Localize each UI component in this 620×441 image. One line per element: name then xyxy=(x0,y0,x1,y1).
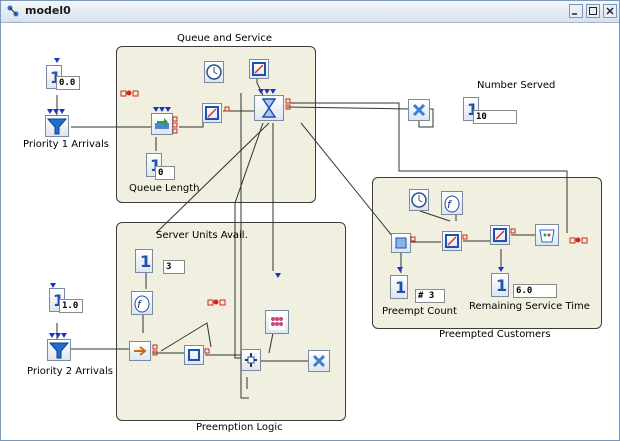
minimize-icon[interactable] xyxy=(569,4,583,18)
model-window: model0 Queue and Service Preemption Logi… xyxy=(0,0,620,441)
model-canvas[interactable]: Queue and Service Preemption Logic Preem… xyxy=(1,23,619,440)
maximize-icon[interactable] xyxy=(586,4,600,18)
model-window-icon xyxy=(7,5,19,17)
window-title: model0 xyxy=(25,4,71,17)
close-icon[interactable] xyxy=(603,4,617,18)
title-bar[interactable]: model0 xyxy=(1,1,619,23)
port-markers xyxy=(47,58,588,356)
